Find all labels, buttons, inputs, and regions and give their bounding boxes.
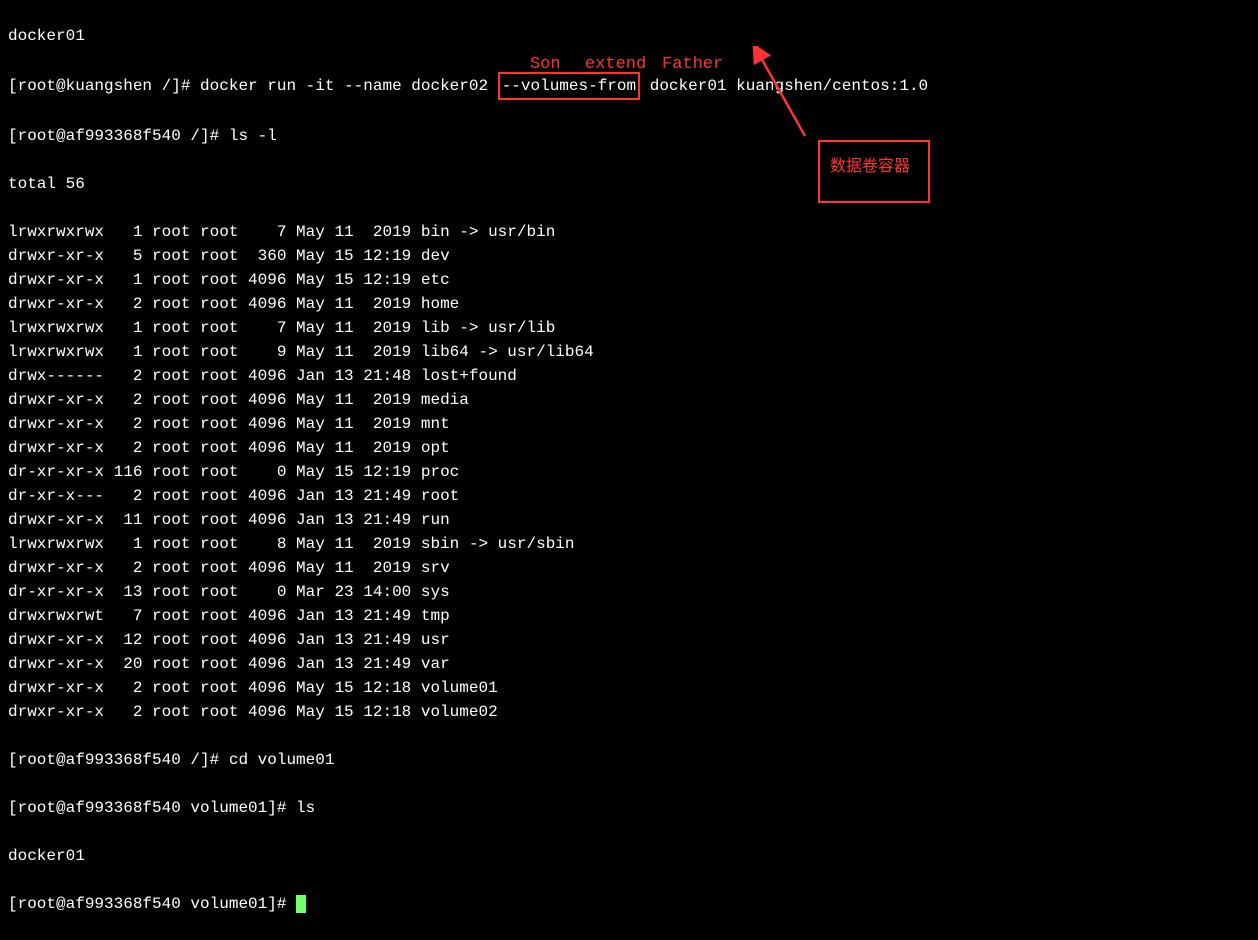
final-prompt: [root@af993368f540 volume01]# — [8, 895, 296, 913]
listing-row: drwxr-xr-x 2 root root 4096 May 11 2019 … — [8, 388, 1250, 412]
header-line: docker01 — [8, 24, 1250, 48]
listing-row: drwxr-xr-x 2 root root 4096 May 15 12:18… — [8, 700, 1250, 724]
listing-row: lrwxrwxrwx 1 root root 7 May 11 2019 bin… — [8, 220, 1250, 244]
listing-row: drwx------ 2 root root 4096 Jan 13 21:48… — [8, 364, 1250, 388]
listing-row: lrwxrwxrwx 1 root root 8 May 11 2019 sbi… — [8, 532, 1250, 556]
annotation-son: Son — [530, 55, 561, 74]
listing-row: dr-xr-xr-x 13 root root 0 Mar 23 14:00 s… — [8, 580, 1250, 604]
listing-row: drwxr-xr-x 12 root root 4096 Jan 13 21:4… — [8, 628, 1250, 652]
listing-row: drwxr-xr-x 1 root root 4096 May 15 12:19… — [8, 268, 1250, 292]
ls-line: [root@af993368f540 volume01]# ls — [8, 796, 1250, 820]
file-listing: lrwxrwxrwx 1 root root 7 May 11 2019 bin… — [8, 220, 1250, 724]
volumes-from-highlight: --volumes-from — [498, 72, 640, 100]
callout-data-volume-container: 数据卷容器 — [818, 140, 930, 203]
listing-row: drwxr-xr-x 2 root root 4096 May 15 12:18… — [8, 676, 1250, 700]
cmd-line-1: [root@kuangshen /]# docker run -it --nam… — [8, 72, 1250, 100]
terminal-output: docker01 [root@kuangshen /]# docker run … — [0, 0, 1258, 940]
ls-output-line: docker01 — [8, 844, 1250, 868]
total-line: total 56 — [8, 172, 1250, 196]
listing-row: drwxr-xr-x 2 root root 4096 May 11 2019 … — [8, 556, 1250, 580]
cmd-part1: docker run -it --name docker02 — [200, 77, 498, 95]
listing-row: dr-xr-xr-x 116 root root 0 May 15 12:19 … — [8, 460, 1250, 484]
cursor-icon — [296, 895, 306, 913]
annotation-extend: extend — [585, 55, 646, 74]
arrow-icon — [745, 46, 820, 146]
annotation-father: Father — [662, 55, 723, 74]
listing-row: drwxr-xr-x 2 root root 4096 May 11 2019 … — [8, 436, 1250, 460]
prompt-1: [root@kuangshen /]# — [8, 77, 200, 95]
listing-row: drwxr-xr-x 2 root root 4096 May 11 2019 … — [8, 292, 1250, 316]
cd-line: [root@af993368f540 /]# cd volume01 — [8, 748, 1250, 772]
listing-row: drwxr-xr-x 2 root root 4096 May 11 2019 … — [8, 412, 1250, 436]
listing-row: lrwxrwxrwx 1 root root 9 May 11 2019 lib… — [8, 340, 1250, 364]
listing-row: dr-xr-x--- 2 root root 4096 Jan 13 21:49… — [8, 484, 1250, 508]
listing-row: drwxr-xr-x 11 root root 4096 Jan 13 21:4… — [8, 508, 1250, 532]
listing-row: drwxr-xr-x 20 root root 4096 Jan 13 21:4… — [8, 652, 1250, 676]
final-prompt-line: [root@af993368f540 volume01]# — [8, 892, 1250, 916]
cmd-line-2: [root@af993368f540 /]# ls -l — [8, 124, 1250, 148]
listing-row: lrwxrwxrwx 1 root root 7 May 11 2019 lib… — [8, 316, 1250, 340]
listing-row: drwxr-xr-x 5 root root 360 May 15 12:19 … — [8, 244, 1250, 268]
listing-row: drwxrwxrwt 7 root root 4096 Jan 13 21:49… — [8, 604, 1250, 628]
